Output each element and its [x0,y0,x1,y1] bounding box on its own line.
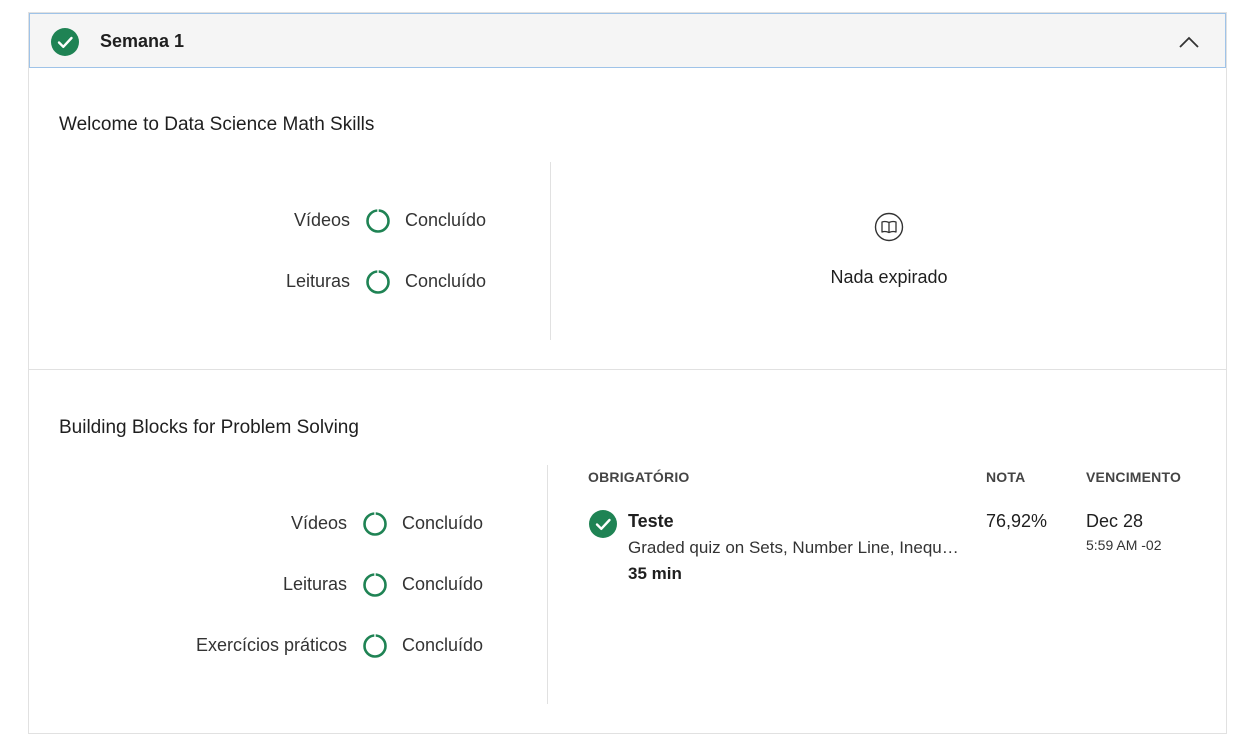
progress-ring-icon [363,512,387,536]
section-title[interactable]: Building Blocks for Problem Solving [59,417,359,439]
completed-check-icon [51,28,79,56]
collapse-button[interactable] [1175,28,1203,56]
week-card: Semana 1 Welcome to Data Science Math Sk… [28,12,1227,734]
stat-status: Concluído [402,513,484,533]
stat-label-readings: Leituras [282,574,347,594]
week-header[interactable]: Semana 1 [29,13,1226,68]
stat-label-readings: Leituras [285,271,350,291]
stat-label-videos: Vídeos [290,513,347,533]
week-title: Semana 1 [100,31,185,51]
progress-ring-icon [363,634,387,658]
due-time: 5:59 AM -02 [1086,537,1162,553]
nothing-due-text: Nada expirado [830,267,948,287]
completed-check-icon [589,510,617,538]
stat-status: Concluído [402,574,484,594]
book-icon [874,212,904,242]
assignment-description: Graded quiz on Sets, Number Line, Inequa… [628,538,968,557]
vertical-divider [547,465,548,704]
stat-status: Concluído [402,635,484,655]
stat-status: Concluído [405,271,487,291]
section-divider [29,369,1226,370]
chevron-up-icon [1179,36,1199,48]
column-header-grade: NOTA [986,469,1026,485]
section-title[interactable]: Welcome to Data Science Math Skills [59,114,374,136]
progress-ring-icon [366,270,390,294]
column-header-due: VENCIMENTO [1086,469,1182,485]
progress-ring-icon [363,573,387,597]
column-header-required: OBRIGATÓRIO [588,469,690,485]
stat-status: Concluído [405,210,487,230]
stat-label-videos: Vídeos [293,210,350,230]
assignment-grade: 76,92% [986,511,1048,531]
vertical-divider [550,162,551,340]
assignment-title-link[interactable]: Teste [628,511,674,532]
stat-label-practice: Exercícios práticos [195,635,347,655]
progress-ring-icon [366,209,390,233]
due-date: Dec 28 [1086,511,1144,531]
assignment-duration: 35 min [628,564,682,583]
